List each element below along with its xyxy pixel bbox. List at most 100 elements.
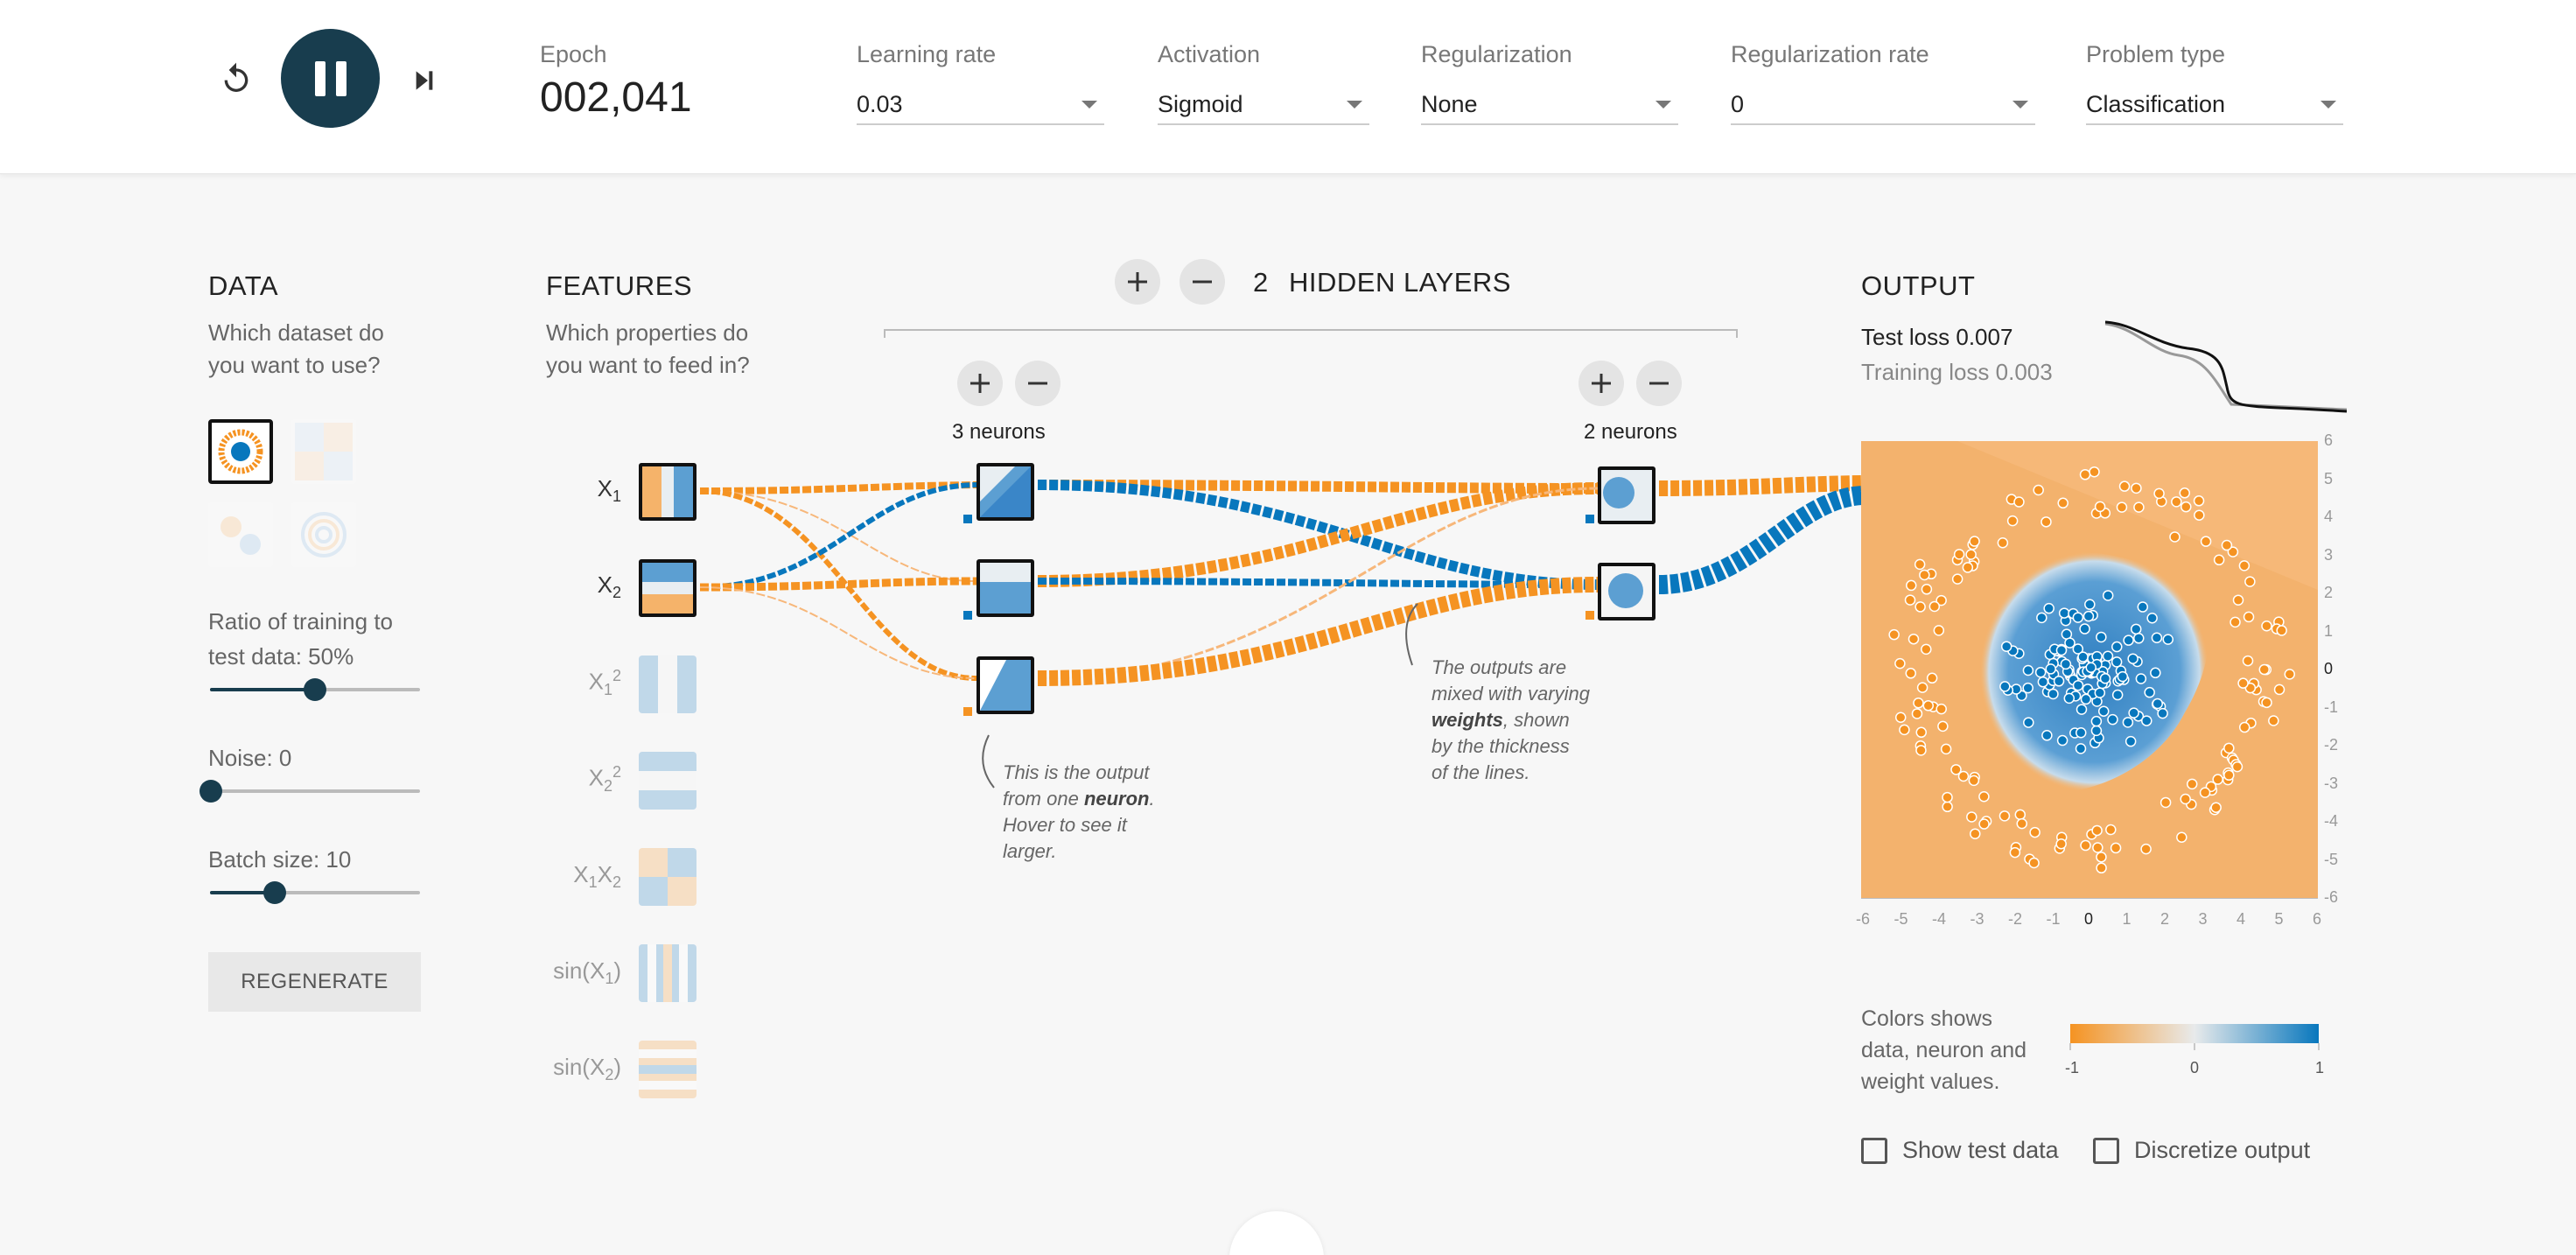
data-point-orange <box>2223 769 2235 782</box>
bias-1-1 <box>963 515 972 523</box>
data-point-blue <box>2094 687 2106 698</box>
data-point-blue <box>2072 612 2084 623</box>
data-point-blue <box>2157 707 2168 719</box>
data-point-orange <box>2231 761 2244 773</box>
x-tick-label: 4 <box>2236 910 2246 928</box>
link-n2-m1 <box>1037 482 1599 587</box>
show-test-data-checkbox[interactable]: Show test data <box>1861 1137 2059 1164</box>
data-point-orange <box>2006 515 2019 527</box>
data-point-orange <box>2118 480 2131 492</box>
data-point-orange <box>2079 469 2091 480</box>
data-point-blue <box>1999 681 2011 692</box>
data-point-blue <box>2022 664 2034 677</box>
data-point-blue <box>2097 705 2110 717</box>
y-tick-label: 3 <box>2324 545 2334 564</box>
data-point-orange <box>1942 791 1953 803</box>
data-point-orange <box>2092 842 2104 853</box>
data-point-blue <box>2043 602 2054 614</box>
bias-1-3 <box>963 707 972 716</box>
discretize-output-checkbox[interactable]: Discretize output <box>2093 1137 2310 1164</box>
x-tick-label: 3 <box>2198 910 2208 928</box>
data-point-orange <box>1894 712 1907 724</box>
data-point-orange <box>2179 487 2191 499</box>
data-point-blue <box>2082 610 2095 622</box>
data-point-blue <box>2084 599 2096 610</box>
discretize-output-label: Discretize output <box>2134 1137 2311 1163</box>
color-legend-text: Colors shows data, neuron and weight val… <box>1861 1006 2027 1094</box>
data-point-orange <box>2199 787 2211 798</box>
neuron-2-1[interactable] <box>1598 466 1656 524</box>
data-point-blue <box>2111 641 2123 653</box>
y-tick-label: -4 <box>2324 812 2339 830</box>
data-point-orange <box>2258 663 2271 676</box>
data-point-blue <box>2152 698 2164 710</box>
data-point-blue <box>2041 730 2053 741</box>
data-point-orange <box>2221 539 2233 551</box>
data-point-orange <box>1919 569 1930 581</box>
data-point-orange <box>2160 796 2172 809</box>
data-point-orange <box>1953 549 1965 560</box>
checkbox-box <box>2093 1137 2119 1164</box>
data-point-blue <box>2096 631 2107 643</box>
data-point-orange <box>2180 793 2191 805</box>
data-point-blue <box>2055 644 2068 656</box>
neuron-2-2[interactable] <box>1598 563 1656 620</box>
data-point-orange <box>2261 620 2272 632</box>
data-point-orange <box>2094 501 2106 513</box>
data-point-blue <box>2077 651 2089 663</box>
x-tick-label: 1 <box>2122 910 2132 928</box>
data-point-orange <box>1914 558 1926 571</box>
y-tick-label: 1 <box>2324 621 2334 640</box>
loss-curve <box>2104 320 2347 413</box>
data-point-blue <box>2127 653 2138 664</box>
data-point-blue <box>2064 637 2076 649</box>
data-point-blue <box>2135 673 2147 684</box>
data-point-orange <box>2105 824 2117 836</box>
data-point-orange <box>1915 726 1928 739</box>
data-point-blue <box>2150 667 2161 679</box>
data-point-orange <box>1978 790 1990 803</box>
data-point-blue <box>2063 692 2076 705</box>
data-point-orange <box>2013 496 2025 508</box>
neuron-note-arrow <box>982 734 995 789</box>
training-loss: Training loss 0.003 <box>1861 359 2053 385</box>
data-point-blue <box>2128 707 2139 719</box>
x-tick-label: -5 <box>1894 910 1908 928</box>
data-point-orange <box>2244 576 2256 587</box>
link-m2-out <box>1658 486 1864 594</box>
data-point-orange <box>2110 842 2122 854</box>
data-point-blue <box>2111 689 2124 701</box>
data-point-orange <box>2237 677 2249 689</box>
data-point-orange <box>2242 655 2254 667</box>
data-point-blue <box>2037 677 2049 688</box>
data-point-orange <box>2028 857 2040 869</box>
data-point-blue <box>2107 713 2118 726</box>
data-point-orange <box>2243 611 2255 623</box>
data-point-blue <box>2117 670 2129 683</box>
neuron-note: This is the output from one neuron. Hove… <box>1003 761 1155 862</box>
data-point-blue <box>2102 650 2114 663</box>
data-point-blue <box>2141 715 2152 726</box>
data-point-orange <box>1942 801 1953 813</box>
data-point-blue <box>2048 688 2059 700</box>
data-point-orange <box>2193 495 2205 507</box>
data-point-orange <box>1937 720 1949 733</box>
legend-tick-min: -1 <box>2065 1059 2080 1076</box>
x-tick-label: 0 <box>2084 910 2094 928</box>
data-point-orange <box>1970 828 1981 839</box>
data-point-blue <box>2080 693 2092 705</box>
x-tick-label: 2 <box>2160 910 2170 928</box>
y-tick-label: 5 <box>2324 469 2334 487</box>
data-point-orange <box>2194 509 2205 521</box>
neuron-1-1[interactable] <box>976 463 1034 521</box>
data-point-orange <box>2212 774 2223 785</box>
data-point-orange <box>2033 484 2044 496</box>
y-tick-label: -5 <box>2324 850 2339 868</box>
data-point-orange <box>1905 668 1917 679</box>
neuron-1-2[interactable] <box>976 559 1034 617</box>
data-point-orange <box>1915 745 1927 756</box>
neuron-1-3[interactable] <box>976 656 1034 714</box>
data-point-blue <box>2085 662 2096 674</box>
data-point-orange <box>2080 839 2091 852</box>
data-point-blue <box>2058 607 2070 619</box>
